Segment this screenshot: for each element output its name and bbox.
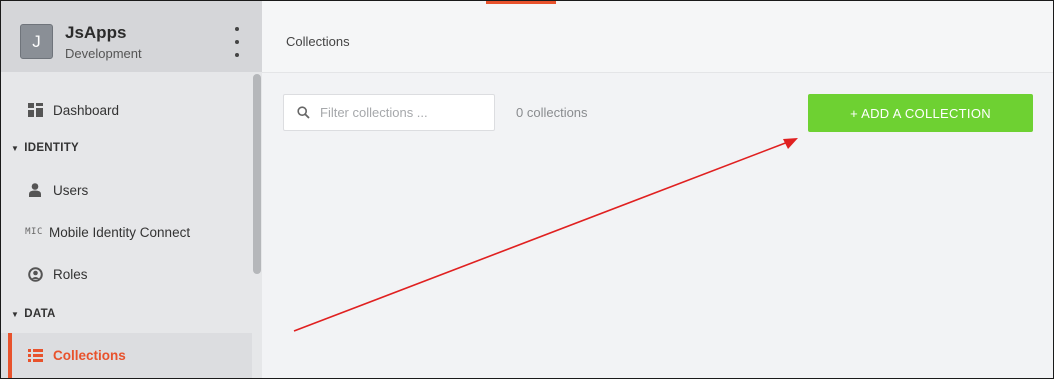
- nav-section-identity[interactable]: ▼ IDENTITY: [11, 142, 79, 154]
- nav-section-label: DATA: [24, 308, 56, 320]
- sidebar-item-users[interactable]: Users: [1, 170, 252, 210]
- app-switcher[interactable]: J JsApps Development: [1, 1, 262, 72]
- filter-box[interactable]: [283, 94, 495, 131]
- sidebar-scrollbar[interactable]: [252, 72, 262, 378]
- add-collection-button[interactable]: + ADD A COLLECTION: [808, 94, 1033, 132]
- sidebar-item-label: Roles: [53, 266, 88, 282]
- top-accent-bar: [486, 1, 556, 4]
- sidebar-item-label: Mobile Identity Connect: [49, 224, 191, 240]
- caret-down-icon: ▼: [11, 143, 20, 153]
- app-window: J JsApps Development Dashboard ▼ IDENTIT…: [0, 0, 1054, 379]
- sidebar-item-label: Dashboard: [53, 102, 120, 118]
- filter-collections-input[interactable]: [320, 105, 480, 120]
- roles-icon: [27, 266, 43, 282]
- app-avatar: J: [20, 24, 53, 59]
- sidebar-item-label: Collections: [53, 348, 126, 363]
- sidebar-item-label: Users: [53, 182, 89, 198]
- collections-count: 0 collections: [516, 105, 588, 120]
- app-name: JsApps: [65, 23, 127, 42]
- app-environment: Development: [65, 46, 142, 61]
- nav-section-label: IDENTITY: [24, 142, 80, 154]
- app-initial: J: [32, 31, 41, 51]
- page-title: Collections: [286, 34, 350, 49]
- sidebar-item-roles[interactable]: Roles: [1, 254, 252, 294]
- sidebar-item-dashboard[interactable]: Dashboard: [1, 90, 252, 130]
- scrollbar-thumb[interactable]: [253, 74, 261, 274]
- mic-icon: MIC: [25, 227, 43, 237]
- caret-down-icon: ▼: [11, 309, 20, 319]
- search-icon: [297, 106, 310, 119]
- sidebar: J JsApps Development Dashboard ▼ IDENTIT…: [1, 1, 262, 378]
- collections-icon: [27, 349, 43, 362]
- nav-section-data[interactable]: ▼ DATA: [11, 308, 56, 320]
- sidebar-item-collections[interactable]: Collections: [1, 333, 252, 378]
- sidebar-item-mobile-identity-connect[interactable]: MIC Mobile Identity Connect: [1, 212, 252, 252]
- user-icon: [27, 183, 43, 197]
- kebab-menu-icon[interactable]: [230, 27, 244, 57]
- top-bar: [262, 1, 1053, 73]
- dashboard-icon: [27, 103, 43, 117]
